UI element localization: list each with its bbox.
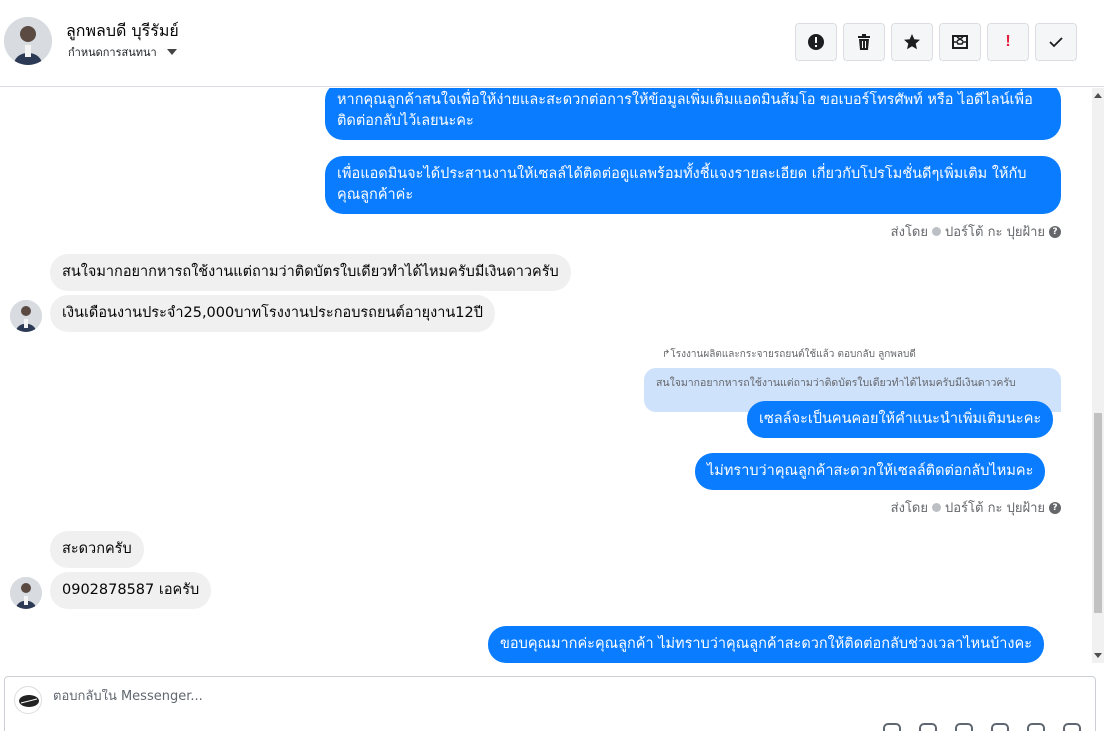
scroll-down-icon[interactable] (1094, 653, 1102, 658)
help-icon[interactable]: ? (1049, 225, 1061, 238)
scroll-up-icon[interactable] (1094, 93, 1102, 98)
emoji-icon[interactable] (991, 723, 1009, 731)
message-thread[interactable]: หากคุณลูกค้าสนใจเพื่อให้ง่ายและสะดวกต่อก… (0, 88, 1092, 663)
sent-by-label: ส่งโดย (890, 501, 928, 516)
contact-name[interactable]: ลูกพลบดี บุรีรัมย์ (66, 19, 179, 44)
help-icon[interactable]: ? (1049, 501, 1061, 514)
reply-composer (4, 676, 1096, 731)
attach-icon[interactable] (883, 723, 901, 731)
spam-button[interactable] (795, 23, 837, 61)
trash-icon (858, 34, 870, 50)
chevron-down-icon (166, 49, 177, 55)
message-bubble-outgoing[interactable]: ขอบคุณมากค่ะคุณลูกค้า ไม่ทราบว่าคุณลูกค้… (488, 626, 1045, 663)
composer-tools (883, 723, 1081, 731)
message-bubble-outgoing[interactable]: เพื่อแอดมินจะได้ประสานงานให้เซลล์ได้ติดต… (325, 156, 1061, 214)
check-icon (1049, 37, 1063, 48)
mark-unread-button[interactable] (939, 23, 981, 61)
done-button[interactable] (1035, 23, 1077, 61)
contact-avatar-small[interactable] (10, 300, 42, 332)
page-icon (932, 227, 941, 236)
like-icon[interactable] (1063, 723, 1081, 731)
sent-by-label: ส่งโดย (890, 225, 928, 240)
sent-by-info: ส่งโดย ปอร์โต้ กะ ปุยฝ้าย ? (891, 221, 1061, 242)
star-icon (904, 34, 920, 50)
exclamation-circle-icon (808, 34, 824, 50)
important-button[interactable]: ! (987, 23, 1029, 61)
envelope-x-icon (952, 35, 968, 49)
message-bubble-incoming[interactable]: สะดวกครับ (50, 531, 144, 568)
saved-reply-icon[interactable] (919, 723, 937, 731)
exclamation-icon: ! (1005, 33, 1011, 50)
page-icon (932, 503, 941, 512)
message-bubble-outgoing[interactable]: หากคุณลูกค้าสนใจเพื่อให้ง่ายและสะดวกต่อก… (325, 88, 1061, 140)
message-bubble-outgoing[interactable]: ไม่ทราบว่าคุณลูกค้าสะดวกให้เซลล์ติดต่อกล… (695, 453, 1046, 490)
page-avatar (14, 686, 42, 714)
sent-by-info: ส่งโดย ปอร์โต้ กะ ปุยฝ้าย ? (891, 497, 1061, 518)
message-bubble-incoming[interactable]: 0902878587 เอครับ (50, 572, 212, 609)
message-bubble-outgoing[interactable]: เซลล์จะเป็นคนคอยให้คำแนะนำเพิ่มเติมนะคะ (747, 401, 1054, 438)
assign-conversation-dropdown[interactable]: กำหนดการสนทนา (68, 43, 177, 61)
scroll-thumb[interactable] (1094, 413, 1102, 613)
sender-name: ปอร์โต้ กะ ปุยฝ้าย (945, 225, 1045, 240)
sticker-icon[interactable] (1027, 723, 1045, 731)
conversation-header: ลูกพลบดี บุรีรัมย์ กำหนดการสนทนา ! (0, 0, 1104, 87)
reply-context-label: ↱โรงงานผลิตและกระจายรถยนต์ใช้แล้ว ตอบกลั… (662, 349, 916, 360)
gif-icon[interactable] (955, 723, 973, 731)
delete-button[interactable] (843, 23, 885, 61)
message-bubble-incoming[interactable]: สนใจมากอยากหารถใช้งานแต่ถามว่าติดบัตรใบเ… (50, 254, 571, 291)
reply-input[interactable] (53, 689, 853, 704)
star-button[interactable] (891, 23, 933, 61)
thread-scrollbar[interactable] (1092, 88, 1104, 663)
message-bubble-incoming[interactable]: เงินเดือนงานประจำ25,000บาทโรงงานประกอบรถ… (50, 295, 495, 332)
conversation-toolbar: ! (795, 23, 1077, 61)
assign-label: กำหนดการสนทนา (68, 46, 157, 59)
sender-name: ปอร์โต้ กะ ปุยฝ้าย (945, 501, 1045, 516)
contact-avatar[interactable] (4, 17, 52, 65)
contact-avatar-small[interactable] (10, 577, 42, 609)
